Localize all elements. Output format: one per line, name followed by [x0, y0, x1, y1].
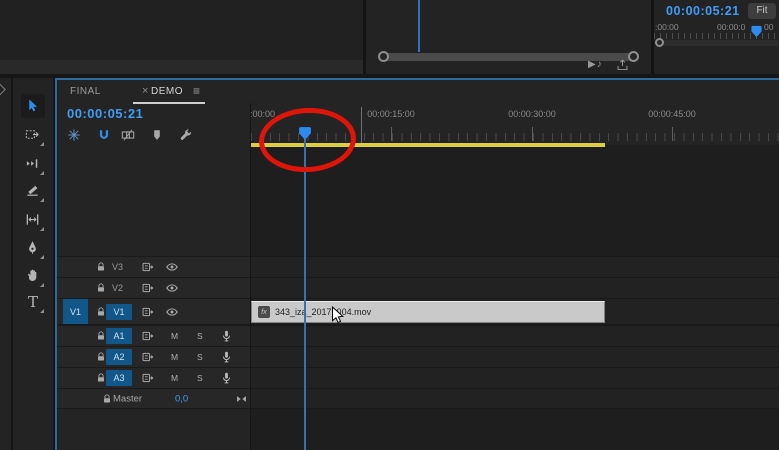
- playhead-line[interactable]: [304, 139, 306, 450]
- timeline-tabbar: FINAL × DEMO ≡: [55, 80, 779, 104]
- ruler-label: 00:00:15:00: [367, 109, 415, 119]
- monitor-playhead-line[interactable]: [418, 0, 420, 52]
- toggle-track-output-eye-icon[interactable]: [165, 305, 179, 319]
- export-frame-icon[interactable]: [616, 59, 629, 72]
- sync-lock-icon[interactable]: [141, 330, 154, 343]
- track-header-v3: V3: [57, 257, 250, 277]
- razor-tool-icon[interactable]: [21, 179, 45, 203]
- nest-sequences-icon[interactable]: [67, 128, 81, 142]
- project-panel-edge: [0, 78, 11, 450]
- master-volume-value[interactable]: 0,0: [175, 393, 188, 404]
- ruler-label: :00:00: [250, 109, 276, 119]
- track-label[interactable]: V3: [112, 262, 123, 272]
- panel-edge-icon: [0, 83, 6, 96]
- timeline-timecode[interactable]: 00:00:05:21: [67, 106, 143, 121]
- mini-scrollbar[interactable]: [662, 40, 779, 46]
- track-v3-content[interactable]: [251, 257, 779, 277]
- track-a1-content[interactable]: [251, 326, 779, 346]
- sync-lock-icon[interactable]: [141, 372, 154, 385]
- toggle-track-output-eye-icon[interactable]: [165, 281, 179, 295]
- mini-playhead-marker[interactable]: [750, 25, 763, 38]
- snap-magnet-icon[interactable]: [97, 128, 111, 142]
- track-target-v1[interactable]: V1: [106, 303, 132, 320]
- voiceover-mic-icon[interactable]: [220, 351, 233, 364]
- hand-tool-icon[interactable]: [21, 264, 45, 288]
- voiceover-mic-icon[interactable]: [220, 330, 233, 343]
- mini-ruler-label-start: :00:00: [655, 22, 679, 32]
- track-header-v1: V1 V1: [57, 299, 250, 324]
- ripple-edit-tool-icon[interactable]: [21, 152, 45, 176]
- mini-ruler-label-mid: 00:00:0: [717, 22, 746, 32]
- scrollbar-handle-left[interactable]: [378, 51, 389, 62]
- play-around-icon[interactable]: ▶♪: [588, 59, 603, 70]
- lock-icon[interactable]: [95, 261, 107, 273]
- active-tab-underline: [133, 102, 205, 104]
- panel-menu-icon[interactable]: ≡: [193, 84, 200, 98]
- scrollbar-handle-right[interactable]: [628, 51, 639, 62]
- fx-badge-icon[interactable]: fx: [258, 306, 270, 318]
- premiere-workspace: ▶♪ 00:00:05:21 Fit :00:00 00:00:0 00 T F…: [0, 0, 779, 450]
- mute-button[interactable]: M: [171, 373, 178, 383]
- program-monitor-bottom: ▶♪: [366, 0, 651, 74]
- tab-close-icon[interactable]: ×: [142, 85, 148, 97]
- type-tool-icon[interactable]: T: [21, 290, 45, 314]
- sync-lock-icon[interactable]: [141, 305, 154, 318]
- source-patch-v1[interactable]: V1: [63, 299, 88, 324]
- mouse-cursor: [332, 306, 344, 324]
- lock-icon[interactable]: [95, 282, 107, 294]
- timeline-panel: FINAL × DEMO ≡ 00:00:05:21 V3 V2 V1 V1 A…: [55, 78, 779, 450]
- pen-tool-icon[interactable]: [21, 236, 45, 260]
- track-header-a3: A3 M S: [57, 368, 250, 388]
- solo-button[interactable]: S: [197, 352, 203, 362]
- tab-demo[interactable]: DEMO: [151, 86, 183, 97]
- track-header-master: Master 0,0: [57, 389, 250, 408]
- track-header-a2: A2 M S: [57, 347, 250, 367]
- sync-lock-icon[interactable]: [141, 282, 154, 295]
- left-top-panel: [0, 0, 363, 74]
- sync-lock-icon[interactable]: [141, 261, 154, 274]
- monitor-timecode[interactable]: 00:00:05:21: [666, 4, 740, 18]
- mini-scrollbar-handle[interactable]: [655, 38, 664, 47]
- toggle-track-output-eye-icon[interactable]: [165, 260, 179, 274]
- track-select-forward-tool-icon[interactable]: [21, 123, 45, 147]
- add-marker-icon[interactable]: [150, 128, 164, 142]
- track-target-a3[interactable]: A3: [106, 370, 132, 386]
- selection-tool-icon[interactable]: [21, 94, 45, 118]
- mute-button[interactable]: M: [171, 331, 178, 341]
- master-track-label: Master: [113, 393, 143, 404]
- sync-lock-icon[interactable]: [141, 351, 154, 364]
- clip-name: 343_iza_2017_004.mov: [275, 307, 372, 317]
- track-header-v2: V2: [57, 278, 250, 298]
- solo-button[interactable]: S: [197, 373, 203, 383]
- panel-bottom-band: [0, 60, 363, 74]
- keyframe-bowtie-icon[interactable]: [235, 392, 248, 405]
- track-v2-content[interactable]: [251, 278, 779, 298]
- monitor-timecode-panel: 00:00:05:21 Fit :00:00 00:00:0 00: [654, 0, 779, 74]
- mini-ruler-label-mid-after: 00: [764, 22, 774, 32]
- track-a2-content[interactable]: [251, 347, 779, 367]
- major-tick: [391, 127, 392, 141]
- track-header-a1: A1 M S: [57, 326, 250, 346]
- zoom-level-select[interactable]: Fit: [748, 3, 776, 19]
- lock-icon[interactable]: [101, 393, 113, 405]
- track-label[interactable]: V2: [112, 283, 123, 293]
- ruler-label: 00:00:30:00: [508, 109, 556, 119]
- major-tick: [672, 127, 673, 141]
- tab-final[interactable]: FINAL: [70, 86, 101, 97]
- tools-panel: T: [13, 78, 53, 450]
- slip-tool-icon[interactable]: [21, 208, 45, 232]
- solo-button[interactable]: S: [197, 331, 203, 341]
- voiceover-mic-icon[interactable]: [220, 372, 233, 385]
- track-target-a1[interactable]: A1: [106, 328, 132, 344]
- timeline-content[interactable]: :00:00 00:00:15:00 00:00:30:00 00:00:45:…: [250, 103, 779, 450]
- linked-selection-icon[interactable]: [121, 128, 135, 142]
- ruler-label: 00:00:45:00: [648, 109, 696, 119]
- major-tick: [532, 127, 533, 141]
- track-a3-content[interactable]: [251, 368, 779, 388]
- timeline-settings-wrench-icon[interactable]: [179, 128, 193, 142]
- mute-button[interactable]: M: [171, 352, 178, 362]
- track-master-content[interactable]: [251, 389, 779, 408]
- vertical-guide-line: [361, 107, 362, 145]
- track-target-a2[interactable]: A2: [106, 349, 132, 365]
